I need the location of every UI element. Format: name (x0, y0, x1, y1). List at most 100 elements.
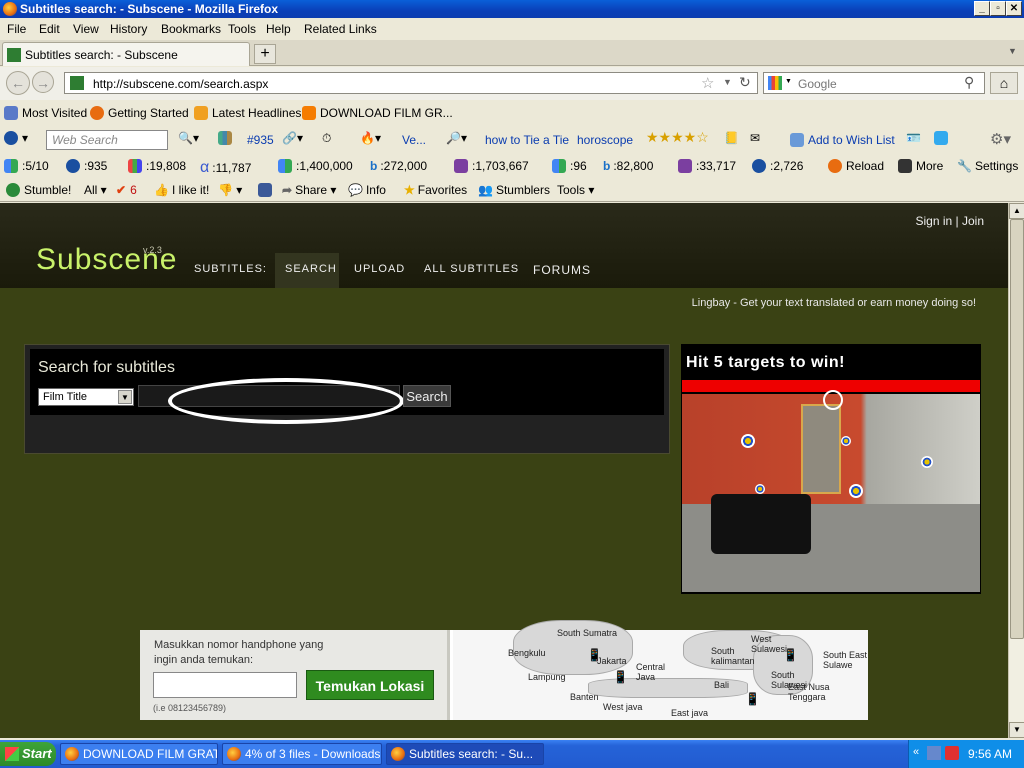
compete-stat[interactable]: α:11,787 (200, 159, 251, 177)
tab-list-icon[interactable]: ▼ (1008, 46, 1017, 56)
maximize-button[interactable]: ▫ (990, 1, 1006, 16)
target-icon[interactable] (849, 484, 863, 498)
magnifier-icon[interactable]: 🔍▾ (178, 131, 199, 145)
signin-join-link[interactable]: Sign in | Join (916, 214, 985, 228)
add-to-wishlist-link[interactable]: Add to Wish List (790, 133, 895, 147)
search-type-select[interactable]: Film Title ▼ (38, 388, 134, 406)
how-to-tie-link[interactable]: how to Tie a Tie (485, 133, 569, 147)
nav-upload[interactable]: UPLOAD (354, 263, 405, 275)
menu-help[interactable]: Help (266, 22, 291, 36)
task-downloads[interactable]: 4% of 3 files - Downloads (222, 743, 382, 765)
security-alert-icon[interactable] (945, 746, 959, 760)
menu-file[interactable]: File (7, 22, 26, 36)
phone-number-input[interactable] (153, 672, 297, 698)
yahoo-index-stat[interactable]: :1,703,667 (454, 159, 529, 173)
twitter-icon[interactable] (934, 131, 952, 145)
favorites-button[interactable]: ★ Favorites (404, 183, 467, 197)
gear-icon[interactable]: ⚙▾ (990, 130, 1011, 148)
google-icon[interactable] (768, 76, 782, 90)
nav-forums[interactable]: FORUMS (533, 263, 591, 277)
info-button[interactable]: 💬 Info (348, 183, 386, 197)
ve-link[interactable]: Ve... (402, 133, 426, 147)
search-icon[interactable]: ⚲ (964, 74, 974, 91)
stats-icon[interactable] (218, 131, 236, 145)
stumblers-button[interactable]: 👥 Stumblers (478, 183, 550, 197)
all-dropdown[interactable]: All ▾ (84, 183, 107, 197)
more-button[interactable]: More (898, 159, 943, 173)
google-backlinks-stat[interactable]: :96 (552, 159, 587, 173)
match-icon[interactable]: 🔎▾ (446, 131, 467, 145)
bing-backlinks-stat[interactable]: b:82,800 (603, 159, 653, 173)
menu-bookmarks[interactable]: Bookmarks (161, 22, 221, 36)
game-ad-banner[interactable]: Hit 5 targets to win! (681, 344, 981, 594)
menu-view[interactable]: View (73, 22, 99, 36)
tab-subtitles-search[interactable]: Subtitles search: - Subscene (2, 42, 250, 66)
tools-dropdown[interactable]: Tools ▾ (557, 183, 594, 197)
google-pagerank-stat[interactable]: :5/10 (4, 159, 49, 173)
target-icon[interactable] (841, 436, 851, 446)
facebook-icon[interactable] (258, 183, 276, 197)
share-button[interactable]: ➦ Share ▾ (282, 183, 336, 197)
dislike-button[interactable]: 👎 ▾ (218, 183, 242, 197)
toolbar-web-search-input[interactable]: Web Search (46, 130, 168, 150)
messages-count[interactable]: ✔ 6 (116, 183, 137, 197)
bing-index-stat[interactable]: b:272,000 (370, 159, 427, 173)
mail-icon[interactable]: ✉ (750, 131, 760, 145)
menu-history[interactable]: History (110, 22, 147, 36)
alexa-rank-stat[interactable]: :935 (66, 159, 107, 173)
timer-icon[interactable]: ⏱ (322, 131, 331, 146)
page-scrollbar[interactable]: ▲ ▼ (1008, 203, 1024, 738)
stat-19808[interactable]: :19,808 (128, 159, 186, 173)
url-bar[interactable]: http://subscene.com/search.aspx ☆ ▼ ↻ (64, 72, 758, 94)
toolbar-logo-icon[interactable]: ▾ (4, 131, 28, 145)
reload-icon[interactable]: ↻ (739, 74, 751, 91)
rating-stars-icon[interactable]: ★★★★☆ (646, 129, 709, 146)
rank-link[interactable]: #935 (247, 133, 274, 147)
task-subtitles-search[interactable]: Subtitles search: - Su... (386, 743, 544, 765)
scroll-down-icon[interactable]: ▼ (1009, 722, 1024, 738)
menu-related-links[interactable]: Related Links (304, 22, 377, 36)
back-button[interactable]: ← (6, 71, 30, 95)
new-tab-button[interactable]: + (254, 44, 276, 64)
nav-search[interactable]: SEARCH (285, 263, 337, 275)
notepad-icon[interactable]: 📒 (724, 131, 739, 145)
menu-edit[interactable]: Edit (39, 22, 60, 36)
bookmark-download-film[interactable]: DOWNLOAD FILM GR... (302, 106, 453, 120)
search-button[interactable]: Search (403, 385, 451, 407)
network-icon[interactable] (927, 746, 941, 760)
close-button[interactable]: ✕ (1006, 1, 1022, 16)
home-icon[interactable]: ⌂ (990, 72, 1018, 94)
menu-tools[interactable]: Tools (228, 22, 256, 36)
tray-expand-icon[interactable]: « (913, 746, 919, 758)
alexa-backlinks-stat[interactable]: :2,726 (752, 159, 803, 173)
web-search-box[interactable]: ▼ Google ⚲ (763, 72, 985, 94)
fire-icon[interactable]: 🔥▾ (360, 131, 381, 145)
google-index-stat[interactable]: :1,400,000 (278, 159, 353, 173)
id-card-icon[interactable]: 🪪 (906, 131, 921, 145)
bookmark-star-icon[interactable]: ☆ (701, 74, 714, 92)
start-button[interactable]: Start (0, 742, 56, 766)
like-button[interactable]: 👍 I like it! (154, 183, 209, 197)
search-engine-dropdown-icon[interactable]: ▼ (785, 78, 792, 85)
task-download-film[interactable]: DOWNLOAD FILM GRATI... (60, 743, 218, 765)
horoscope-link[interactable]: horoscope (577, 133, 633, 147)
nav-all-subtitles[interactable]: ALL SUBTITLES (424, 263, 519, 275)
scrollbar-thumb[interactable] (1010, 219, 1024, 639)
lingbay-promo-link[interactable]: Lingbay - Get your text translated or ea… (692, 297, 976, 309)
target-icon[interactable] (755, 484, 765, 494)
target-icon[interactable] (921, 456, 933, 468)
settings-button[interactable]: 🔧 Settings (957, 159, 1018, 173)
bookmark-latest-headlines[interactable]: Latest Headlines (194, 106, 301, 120)
reload-stats-button[interactable]: Reload (828, 159, 884, 173)
target-icon[interactable] (741, 434, 755, 448)
temukan-lokasi-button[interactable]: Temukan Lokasi (306, 670, 434, 700)
url-dropdown-icon[interactable]: ▼ (723, 77, 732, 87)
link-icon[interactable]: 🔗▾ (282, 131, 303, 145)
bookmark-getting-started[interactable]: Getting Started (90, 106, 189, 120)
phone-locator-ad[interactable]: Masukkan nomor handphone yang ingin anda… (140, 620, 868, 720)
minimize-button[interactable]: _ (974, 1, 990, 16)
forward-button[interactable]: → (32, 71, 54, 93)
scroll-up-icon[interactable]: ▲ (1009, 203, 1024, 219)
bookmark-most-visited[interactable]: Most Visited (4, 106, 87, 120)
yahoo-backlinks-stat[interactable]: :33,717 (678, 159, 736, 173)
